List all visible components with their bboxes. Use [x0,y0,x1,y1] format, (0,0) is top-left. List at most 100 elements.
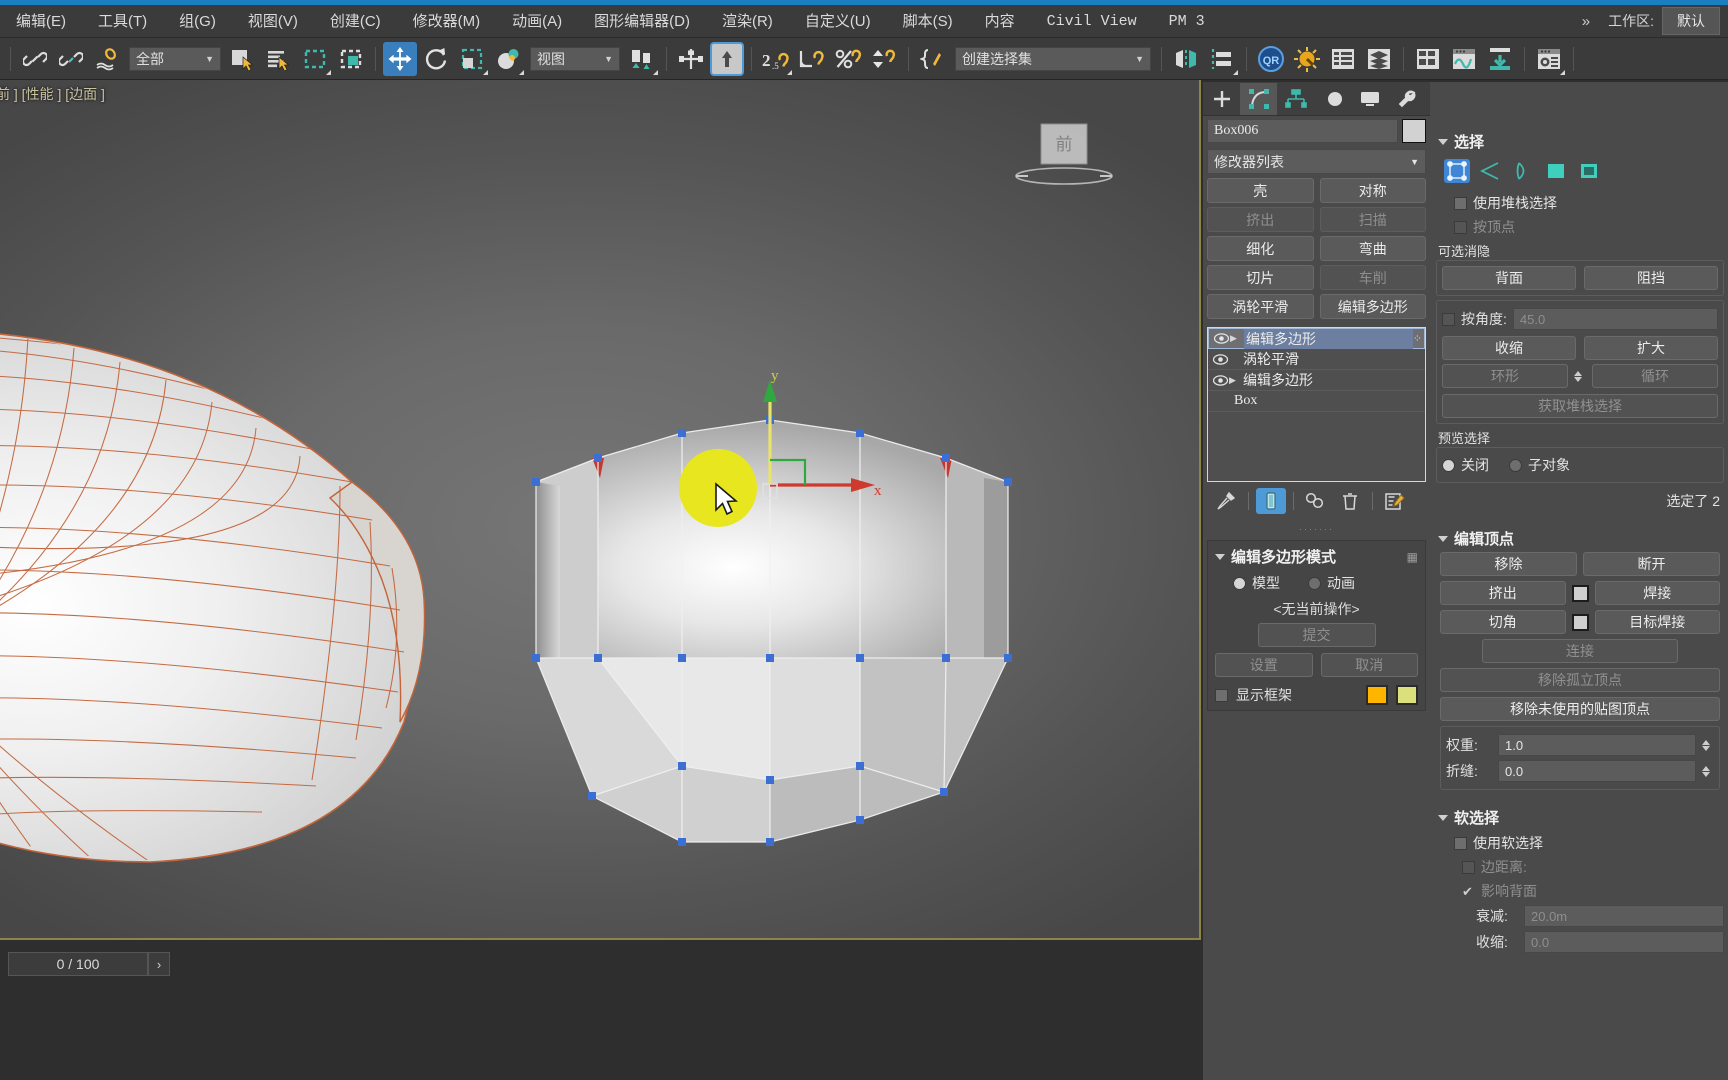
modifier-button-extrude[interactable]: 挤出 [1207,207,1314,232]
pin-stack-icon[interactable] [1211,488,1241,514]
use-soft-selection-checkbox[interactable] [1454,836,1467,850]
menu-item-scripting[interactable]: 脚本(S) [887,5,969,38]
use-pivot-point-center-icon[interactable] [625,42,659,76]
menu-item-views[interactable]: 视图(V) [232,5,314,38]
modifier-stack[interactable]: ▶ 编辑多边形 ⁘ 涡轮平滑 ▶ 编辑多边形 Box [1207,327,1426,482]
modifier-button-sweep[interactable]: 扫描 [1319,207,1426,232]
menu-item-edit[interactable]: 编辑(E) [0,5,82,38]
mode-animate-radio[interactable]: 动画 [1308,571,1355,595]
by-vertex-checkbox[interactable] [1454,220,1467,234]
modifier-button-shell[interactable]: 壳 [1207,178,1314,203]
menu-item-group[interactable]: 组(G) [163,5,232,38]
remove-isolated-vertices-button[interactable]: 移除孤立顶点 [1440,668,1720,692]
display-tab[interactable] [1351,83,1388,115]
shrink-button[interactable]: 收缩 [1442,336,1576,360]
select-by-name-icon[interactable] [262,42,296,76]
by-angle-checkbox[interactable] [1442,312,1455,326]
break-button[interactable]: 断开 [1583,552,1720,576]
align-panel-icon[interactable] [1205,42,1239,76]
layer-explorer-icon[interactable] [1362,42,1396,76]
object-color-swatch[interactable] [1402,119,1426,143]
select-and-place-icon[interactable] [491,42,525,76]
stack-item-edit-poly-top[interactable]: ▶ 编辑多边形 ⁘ [1208,328,1425,349]
modifier-button-lathe[interactable]: 车削 [1319,265,1426,290]
show-cage-checkbox[interactable] [1215,688,1228,702]
menu-item-tools[interactable]: 工具(T) [82,5,163,38]
rectangular-selection-region-icon[interactable] [298,42,332,76]
remove-button[interactable]: 移除 [1440,552,1577,576]
cancel-button[interactable]: 取消 [1320,653,1418,677]
menu-item-customize[interactable]: 自定义(U) [789,5,887,38]
soft-selection-header[interactable]: 软选择 [1436,804,1724,831]
menu-item-graph-editors[interactable]: 图形编辑器(D) [578,5,706,38]
create-tab[interactable] [1203,83,1240,115]
workspace-selector[interactable]: 默认 [1662,7,1720,35]
affect-backfacing-checkbox[interactable]: ✔ [1462,885,1475,898]
next-frame-button[interactable]: › [148,952,170,976]
viewport[interactable]: 前 ] [性能 ] [边面 ] 前 y x [0,80,1201,940]
extrude-button[interactable]: 挤出 [1440,581,1566,605]
modifier-button-edit-poly[interactable]: 编辑多边形 [1319,294,1426,319]
edit-vertices-header[interactable]: 编辑顶点 [1436,525,1724,552]
border-mode-icon[interactable] [1510,159,1536,183]
weight-value[interactable]: 1.0 [1498,734,1696,756]
affect-backfacing-row[interactable]: ✔ 影响背面 [1454,879,1724,903]
motion-tab[interactable] [1314,83,1351,115]
view-cube[interactable]: 前 [1009,120,1119,195]
select-and-move-icon[interactable] [383,41,417,76]
mirror-icon[interactable] [674,42,708,76]
material-editor-icon[interactable] [1532,42,1566,76]
viewport-label[interactable]: 前 ] [性能 ] [边面 ] [0,84,105,104]
configure-modifier-sets-icon[interactable] [1380,488,1410,514]
polygon-mode-icon[interactable] [1543,159,1569,183]
expand-arrow-icon-2[interactable]: ▶ [1229,375,1243,386]
menu-item-modifiers[interactable]: 修改器(M) [397,5,497,38]
snaps-toggle-icon[interactable]: 2 .5 [759,42,793,76]
loop-button[interactable]: 循环 [1592,364,1718,388]
edge-mode-icon[interactable] [1477,159,1503,183]
use-stack-selection-checkbox[interactable] [1454,196,1467,210]
menu-item-rendering[interactable]: 渲染(R) [706,5,789,38]
menu-item-animation[interactable]: 动画(A) [496,5,578,38]
cage-color-swatch-1[interactable] [1366,685,1388,705]
by-angle-value[interactable]: 45.0 [1512,308,1718,330]
backface-button[interactable]: 背面 [1442,266,1576,290]
selection-rollout-header[interactable]: 选择 [1436,128,1724,155]
object-name-field[interactable]: Box006 [1207,119,1398,143]
weld-button[interactable]: 焊接 [1594,581,1720,605]
by-vertex-row[interactable]: 按顶点 [1454,215,1724,239]
utilities-tab[interactable] [1388,83,1425,115]
crease-value[interactable]: 0.0 [1498,760,1696,782]
vertex-mode-icon[interactable] [1444,159,1470,183]
preview-off-radio[interactable]: 关闭 [1442,453,1489,477]
make-unique-icon[interactable] [1301,488,1331,514]
settings-button[interactable]: 设置 [1215,653,1313,677]
get-stack-selection-button[interactable]: 获取堆栈选择 [1442,394,1718,418]
eye-icon[interactable] [1212,333,1230,344]
curve-editor-icon[interactable] [1411,42,1445,76]
angle-snap-toggle-icon[interactable] [795,42,829,76]
named-selection-set-combo[interactable]: 创建选择集 ▼ [955,46,1151,71]
grow-button[interactable]: 扩大 [1584,336,1718,360]
selection-filter-combo[interactable]: 全部 ▼ [129,46,221,71]
show-end-result-icon[interactable] [1256,488,1286,514]
mirror-panel-icon[interactable] [1169,42,1203,76]
edge-distance-checkbox[interactable] [1462,860,1475,874]
pinch-value[interactable]: 0.0 [1524,931,1724,953]
modifier-list-combo[interactable]: 修改器列表 ▼ [1207,149,1426,174]
menu-item-civil-view[interactable]: Civil View [1031,5,1153,38]
rollout-grip-icon[interactable]: ▦ [1407,550,1418,564]
select-and-rotate-icon[interactable] [419,42,453,76]
spinner-snap-toggle-icon[interactable] [867,42,901,76]
unlink-selection-icon[interactable] [54,42,88,76]
schematic-view-icon[interactable] [1447,42,1481,76]
modify-tab[interactable] [1240,82,1277,115]
occluded-button[interactable]: 阻挡 [1584,266,1718,290]
chamfer-button[interactable]: 切角 [1440,610,1566,634]
use-soft-selection-row[interactable]: 使用软选择 [1454,831,1724,855]
select-and-scale-icon[interactable] [455,42,489,76]
menu-item-create[interactable]: 创建(C) [314,5,397,38]
eye-icon-3[interactable] [1211,374,1229,386]
menu-item-content[interactable]: 内容 [969,5,1031,38]
element-mode-icon[interactable] [1576,159,1602,183]
